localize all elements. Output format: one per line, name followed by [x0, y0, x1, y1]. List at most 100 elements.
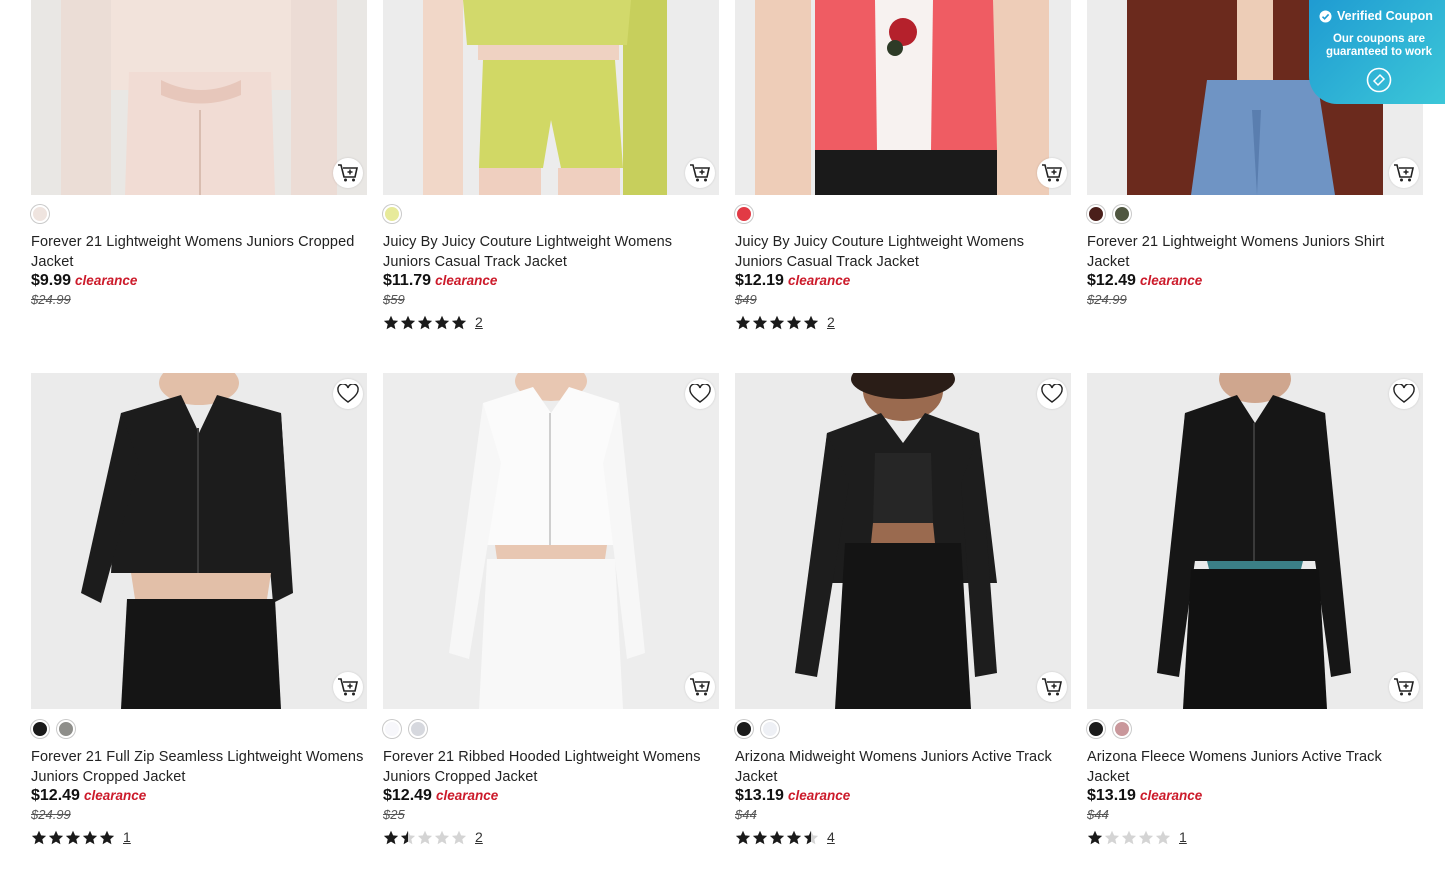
star-icon: [752, 830, 768, 844]
star-rating: [1087, 830, 1171, 845]
clearance-tag: clearance: [75, 273, 138, 288]
color-swatch[interactable]: [735, 205, 753, 223]
review-count-link[interactable]: 1: [1179, 829, 1187, 845]
rating[interactable]: 1: [1087, 829, 1187, 845]
color-swatch[interactable]: [409, 720, 427, 738]
add-to-cart-button[interactable]: [1037, 672, 1067, 702]
color-swatch[interactable]: [383, 205, 401, 223]
original-price: $59: [383, 292, 405, 307]
color-swatches: [1087, 205, 1131, 223]
product-title[interactable]: Juicy By Juicy Couture Lightweight Women…: [383, 232, 719, 272]
heart-icon: [689, 384, 711, 403]
cart-icon: [338, 164, 358, 182]
add-to-cart-button[interactable]: [333, 672, 363, 702]
review-count-link[interactable]: 4: [827, 829, 835, 845]
star-icon: [417, 830, 433, 844]
add-to-cart-button[interactable]: [1389, 158, 1419, 188]
star-icon: [451, 315, 467, 329]
review-count-link[interactable]: 2: [827, 314, 835, 330]
add-to-cart-button[interactable]: [1389, 672, 1419, 702]
product-image[interactable]: [1087, 373, 1423, 709]
star-rating: [383, 315, 467, 330]
color-swatch[interactable]: [31, 720, 49, 738]
product-image[interactable]: [735, 0, 1071, 195]
add-to-cart-button[interactable]: [685, 672, 715, 702]
wishlist-button[interactable]: [333, 379, 363, 409]
price-row: $13.19 clearance: [735, 787, 850, 805]
product-title[interactable]: Juicy By Juicy Couture Lightweight Women…: [735, 232, 1071, 272]
product-image[interactable]: [383, 373, 719, 709]
color-swatch[interactable]: [1113, 205, 1131, 223]
review-count-link[interactable]: 2: [475, 829, 483, 845]
product-image[interactable]: [31, 0, 367, 195]
star-icon: [1155, 830, 1171, 844]
color-swatch[interactable]: [735, 720, 753, 738]
rating[interactable]: 2: [383, 829, 483, 845]
coupon-logo-icon[interactable]: [1366, 67, 1392, 98]
star-icon: [1138, 830, 1154, 844]
product-title[interactable]: Arizona Midweight Womens Juniors Active …: [735, 747, 1071, 787]
star-icon: [417, 315, 433, 329]
color-swatch[interactable]: [383, 720, 401, 738]
price-row: $13.19 clearance: [1087, 787, 1202, 805]
color-swatches: [735, 205, 753, 223]
color-swatch[interactable]: [1087, 205, 1105, 223]
add-to-cart-button[interactable]: [1037, 158, 1067, 188]
add-to-cart-button[interactable]: [685, 158, 715, 188]
star-icon: [451, 830, 467, 844]
price-row: $12.19 clearance: [735, 272, 850, 290]
color-swatches: [735, 720, 779, 738]
sale-price: $9.99: [31, 272, 72, 289]
review-count-link[interactable]: 2: [475, 314, 483, 330]
original-price: $44: [735, 807, 757, 822]
product-title[interactable]: Arizona Fleece Womens Juniors Active Tra…: [1087, 747, 1423, 787]
product-title[interactable]: Forever 21 Lightweight Womens Juniors Cr…: [31, 232, 367, 272]
star-icon: [803, 830, 819, 844]
color-swatch[interactable]: [31, 205, 49, 223]
star-icon: [752, 315, 768, 329]
star-icon: [82, 830, 98, 844]
star-rating: [735, 315, 819, 330]
add-to-cart-button[interactable]: [333, 158, 363, 188]
color-swatch[interactable]: [1113, 720, 1131, 738]
wishlist-button[interactable]: [1389, 379, 1419, 409]
product-image[interactable]: [31, 373, 367, 709]
product-title[interactable]: Forever 21 Ribbed Hooded Lightweight Wom…: [383, 747, 719, 787]
rating[interactable]: 2: [735, 314, 835, 330]
product-title[interactable]: Forever 21 Lightweight Womens Juniors Sh…: [1087, 232, 1423, 272]
cart-icon: [1042, 164, 1062, 182]
clearance-tag: clearance: [1139, 273, 1203, 288]
product-image[interactable]: [735, 373, 1071, 709]
color-swatch[interactable]: [57, 720, 75, 738]
original-price: $24.99: [31, 292, 71, 307]
clearance-tag: clearance: [435, 273, 498, 288]
product-image[interactable]: [383, 0, 719, 195]
price-row: $12.49 clearance: [31, 787, 146, 805]
heart-icon: [337, 384, 359, 403]
sale-price: $13.19: [735, 787, 784, 804]
cart-icon: [338, 678, 358, 696]
star-icon: [735, 315, 751, 329]
review-count-link[interactable]: 1: [123, 829, 131, 845]
cart-icon: [690, 678, 710, 696]
star-icon: [383, 830, 399, 844]
rating[interactable]: 1: [31, 829, 131, 845]
color-swatch[interactable]: [1087, 720, 1105, 738]
star-icon: [786, 830, 802, 844]
cart-icon: [1394, 678, 1414, 696]
heart-icon: [1393, 384, 1415, 403]
clearance-tag: clearance: [1139, 788, 1203, 803]
clearance-tag: clearance: [83, 788, 147, 803]
wishlist-button[interactable]: [685, 379, 715, 409]
price-row: $11.79 clearance: [383, 272, 497, 290]
verified-coupon-widget[interactable]: Verified Coupon Our coupons are guarante…: [1309, 0, 1445, 104]
color-swatches: [31, 205, 49, 223]
cart-icon: [690, 164, 710, 182]
color-swatch[interactable]: [761, 720, 779, 738]
product-title[interactable]: Forever 21 Full Zip Seamless Lightweight…: [31, 747, 367, 787]
coupon-header: Verified Coupon: [1319, 9, 1433, 23]
rating[interactable]: 2: [383, 314, 483, 330]
wishlist-button[interactable]: [1037, 379, 1067, 409]
star-icon: [803, 315, 819, 329]
rating[interactable]: 4: [735, 829, 835, 845]
